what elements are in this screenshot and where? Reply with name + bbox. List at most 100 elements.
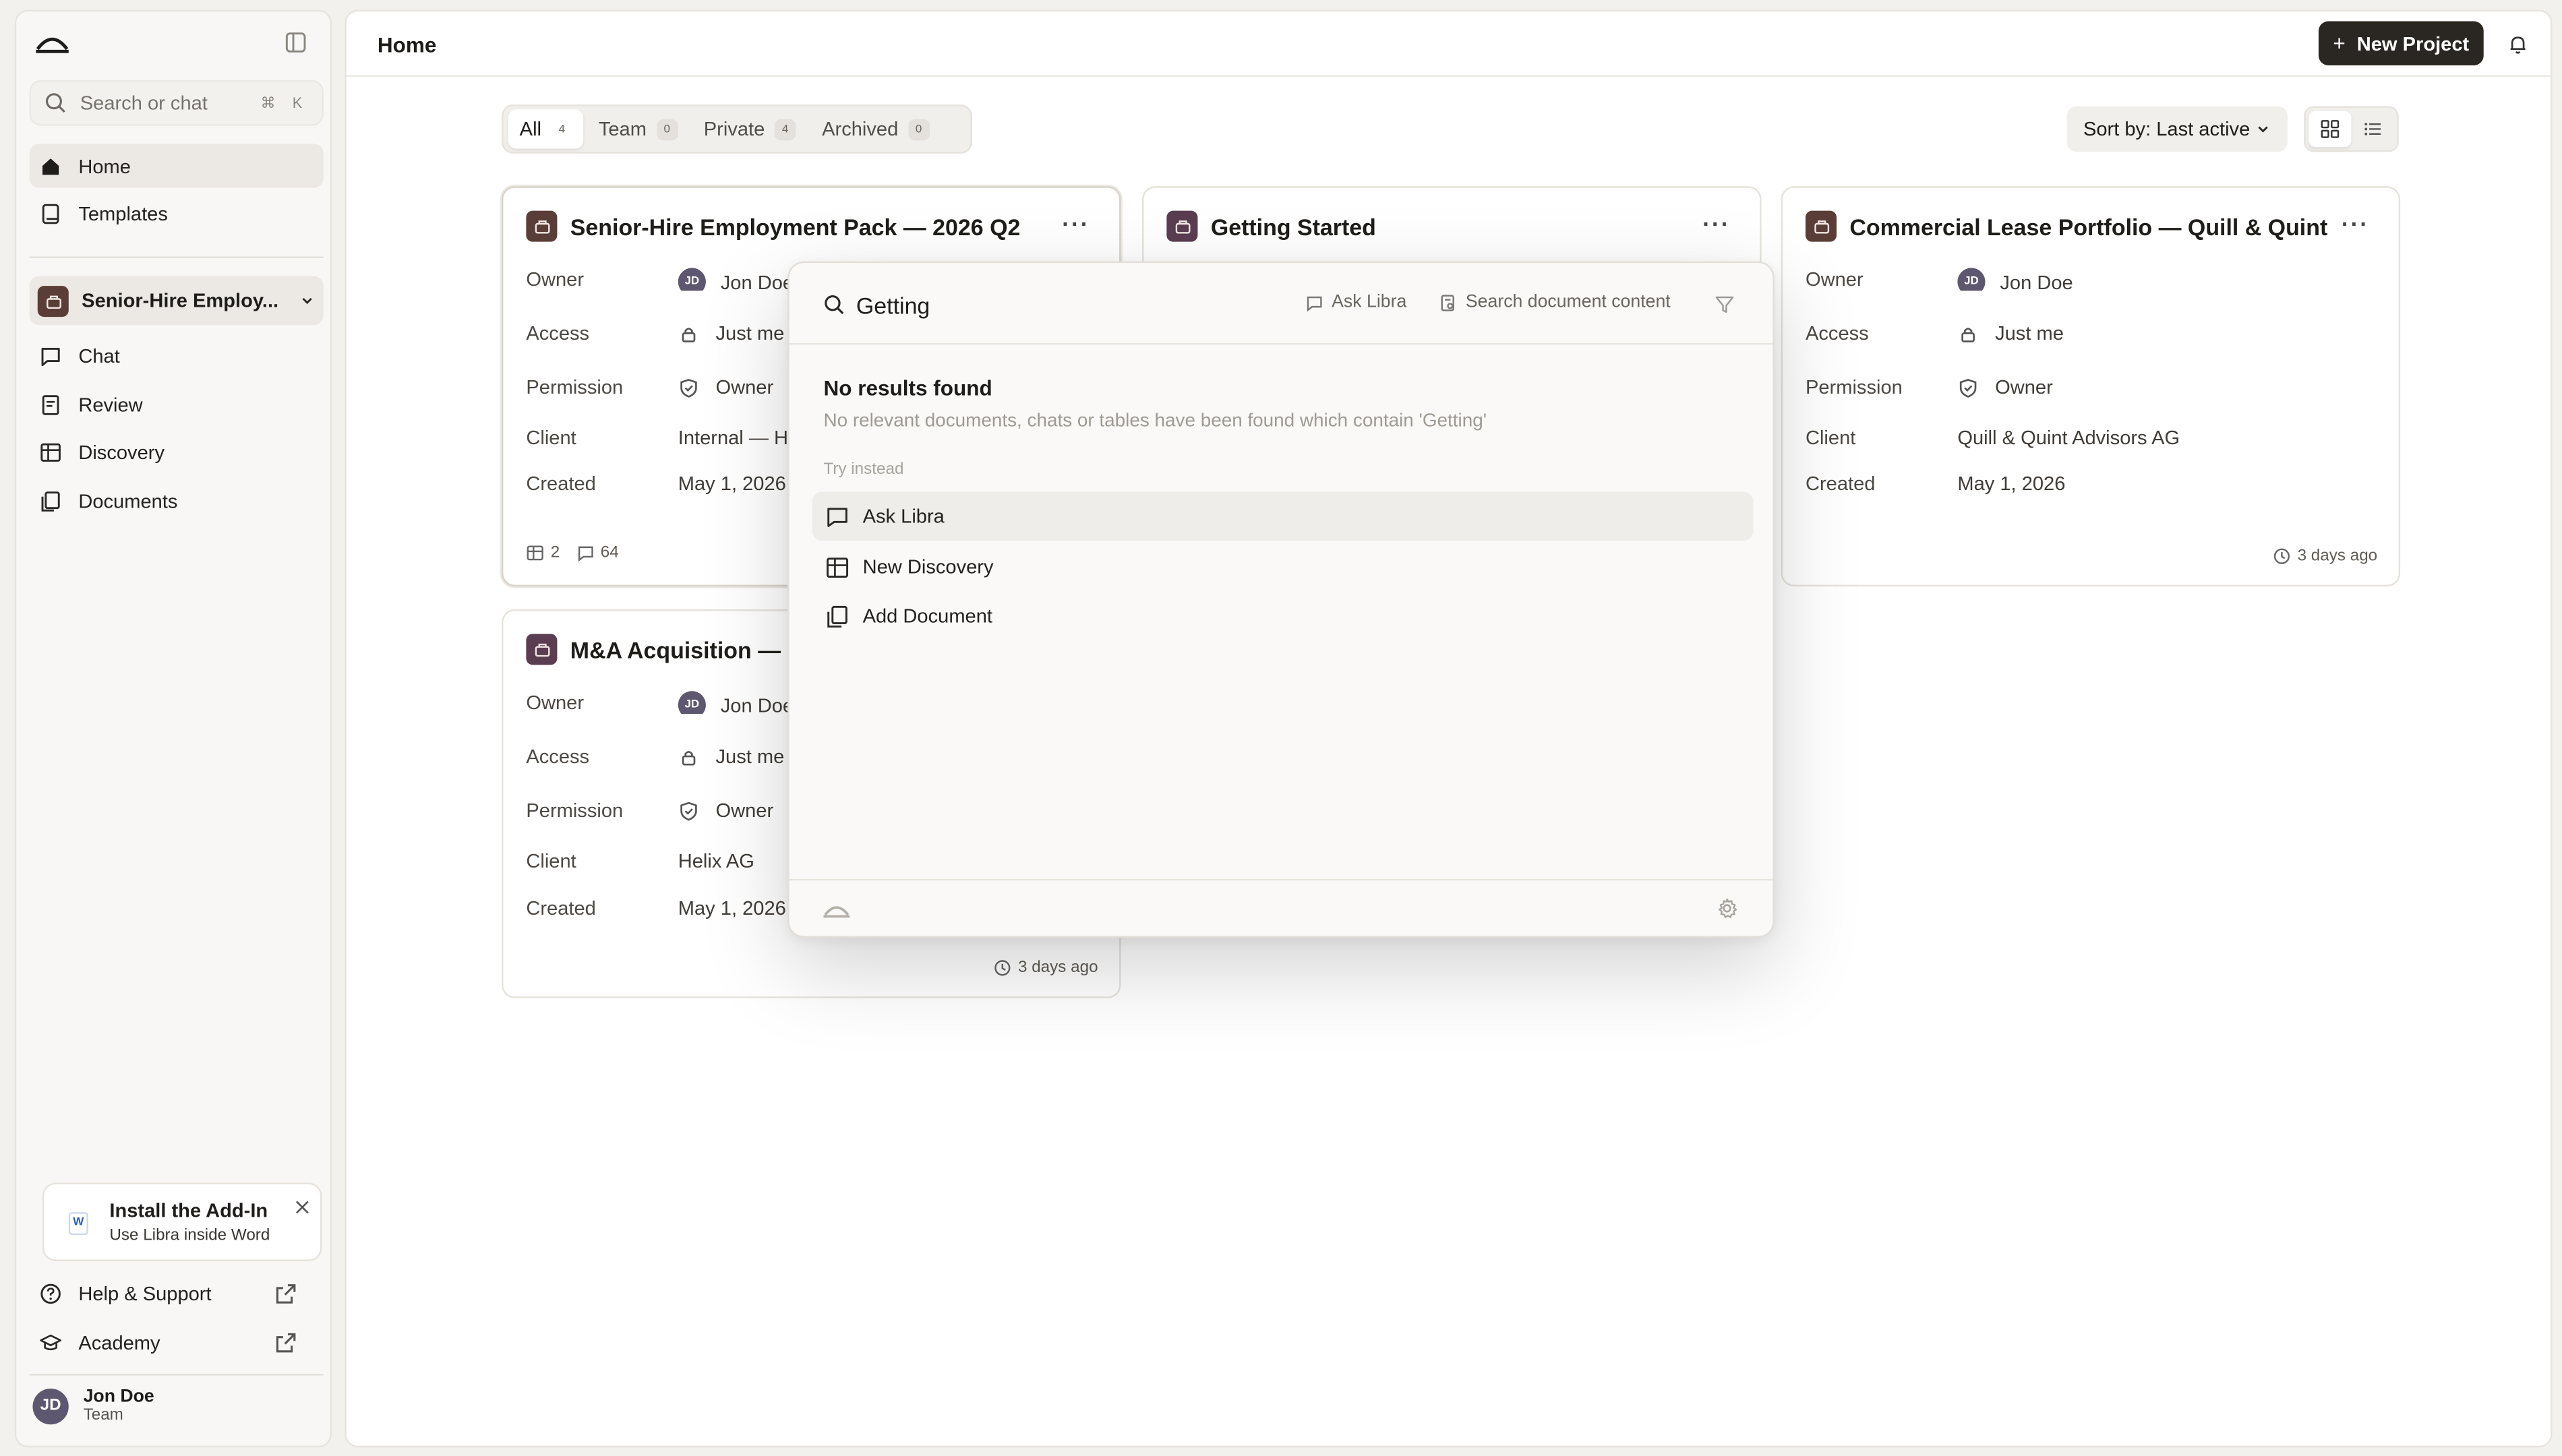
addin-promo-card[interactable]: W Install the Add-In Use Libra inside Wo… [42,1182,322,1261]
option-new-discovery[interactable]: New Discovery [812,543,1753,592]
try-instead-label: Try instead [823,460,904,479]
project-title: Getting Started [1210,213,1376,240]
access-value: Just me [715,322,785,345]
tab-label: Archived [822,117,899,141]
more-options-icon[interactable]: ··· [1702,211,1730,237]
avatar: JD [678,268,706,291]
owner-value: Jon Doe [2000,270,2073,291]
last-active: 3 days ago [994,959,1098,977]
project-switcher[interactable]: Senior-Hire Employ... [29,276,324,326]
created-row: Created May 1, 2026 [1806,472,2393,495]
command-palette: Getting Ask Libra Search document conten… [787,261,1775,938]
addin-title: Install the Add-In [109,1199,268,1222]
tab-team[interactable]: Team 0 [587,109,689,148]
filter-icon[interactable] [1714,294,1735,315]
option-ask-libra[interactable]: Ask Libra [812,491,1754,541]
project-title: Senior-Hire Employment Pack — 2026 Q2 [570,213,1021,240]
no-results-text: No relevant documents, chats or tables h… [823,411,1487,431]
field-label: Access [526,745,590,768]
gear-icon[interactable] [1716,897,1739,920]
sort-dropdown[interactable]: Sort by: Last active [2066,106,2288,152]
sidebar-item-templates[interactable]: Templates [30,191,324,235]
sidebar-item-help[interactable]: Help & Support [30,1271,324,1314]
tab-all[interactable]: All 4 [508,109,585,149]
tab-archived[interactable]: Archived 0 [810,109,941,148]
project-card-title: M&A Acquisition — Pr [526,634,811,665]
help-icon [40,1283,61,1303]
more-options-icon[interactable]: ··· [2342,211,2369,237]
more-options-icon[interactable]: ··· [1062,211,1090,237]
created-value: May 1, 2026 [678,897,786,920]
ask-libra-label: Ask Libra [1332,292,1407,312]
sidebar-item-label: Templates [78,202,168,225]
sidebar-search-input[interactable]: Search or chat ⌘ K [29,80,324,126]
created-value: May 1, 2026 [678,472,786,495]
permission-value: Owner [715,799,774,822]
tab-label: All [519,117,542,141]
search-shortcut: ⌘ K [260,94,309,111]
user-menu[interactable]: JD Jon Doe Team [32,1387,154,1425]
field-label: Created [1805,472,1876,495]
lock-icon [682,750,696,765]
field-label: Owner [526,691,585,715]
field-label: Owner [1805,268,1864,291]
field-label: Client [526,426,576,450]
owner-row: Owner JD Jon Doe [1806,268,2393,291]
avatar: JD [678,691,706,715]
project-card-title: Senior-Hire Employment Pack — 2026 Q2 [526,210,1021,242]
clock-icon [994,960,1011,976]
project-card[interactable]: Commercial Lease Portfolio — Quill & Qui… [1781,186,2401,587]
chat-icon [1307,295,1322,311]
view-toggle [2304,106,2399,152]
sidebar-collapse-icon[interactable] [285,31,307,54]
project-title: Commercial Lease Portfolio — Quill & Qui… [1849,213,2328,240]
sidebar-item-label: Home [78,154,131,177]
ask-libra-action[interactable]: Ask Libra [1305,293,1406,312]
list-view-button[interactable] [2351,111,2393,147]
palette-search-input[interactable]: Getting [856,293,930,319]
documents-icon [41,491,60,511]
clock-icon [2273,548,2290,564]
bell-icon[interactable] [2507,32,2530,55]
tab-private[interactable]: Private 4 [692,109,808,148]
user-role: Team [83,1406,123,1425]
project-badge-icon [37,284,69,316]
libra-logo-icon [823,906,850,918]
last-active: 3 days ago [2273,547,2377,566]
tab-label: Team [598,117,647,141]
libra-logo-icon[interactable] [34,31,70,54]
field-label: Permission [526,799,624,822]
close-icon[interactable] [294,1199,310,1215]
sidebar-item-review[interactable]: Review [30,382,324,426]
word-icon: W [68,1212,88,1236]
permission-value: Owner [715,375,774,399]
project-badge-icon [526,210,558,242]
chat-count: 64 [600,544,619,562]
shield-icon [680,801,697,820]
palette-footer [789,878,1773,936]
access-value: Just me [1995,322,2064,345]
sidebar-item-label: Academy [78,1330,160,1354]
lock-icon [1961,327,1975,342]
external-link-icon [276,1332,296,1352]
option-add-document[interactable]: Add Document [812,591,1753,640]
access-value: Just me [715,745,785,768]
book-icon [42,203,59,224]
plus-icon: + [2333,31,2346,56]
search-content-label: Search document content [1465,292,1671,312]
chevron-down-icon [302,297,312,305]
sidebar-item-academy[interactable]: Academy [30,1320,324,1364]
sidebar-item-documents[interactable]: Documents [30,479,324,522]
new-project-button[interactable]: + New Project [2318,21,2484,65]
owner-value: Jon Doe [720,270,794,291]
owner-value: Jon Doe [720,693,794,715]
option-label: Ask Libra [862,504,945,528]
grid-view-button[interactable] [2308,111,2352,148]
search-content-action[interactable]: Search document content [1439,293,1671,312]
sidebar-item-home[interactable]: Home [29,144,324,188]
tab-count: 0 [656,118,678,140]
project-title: M&A Acquisition — Pr [570,636,812,663]
permission-value: Owner [1995,375,2053,399]
sidebar-item-discovery[interactable]: Discovery [30,429,324,473]
sidebar-item-chat[interactable]: Chat [30,333,324,377]
